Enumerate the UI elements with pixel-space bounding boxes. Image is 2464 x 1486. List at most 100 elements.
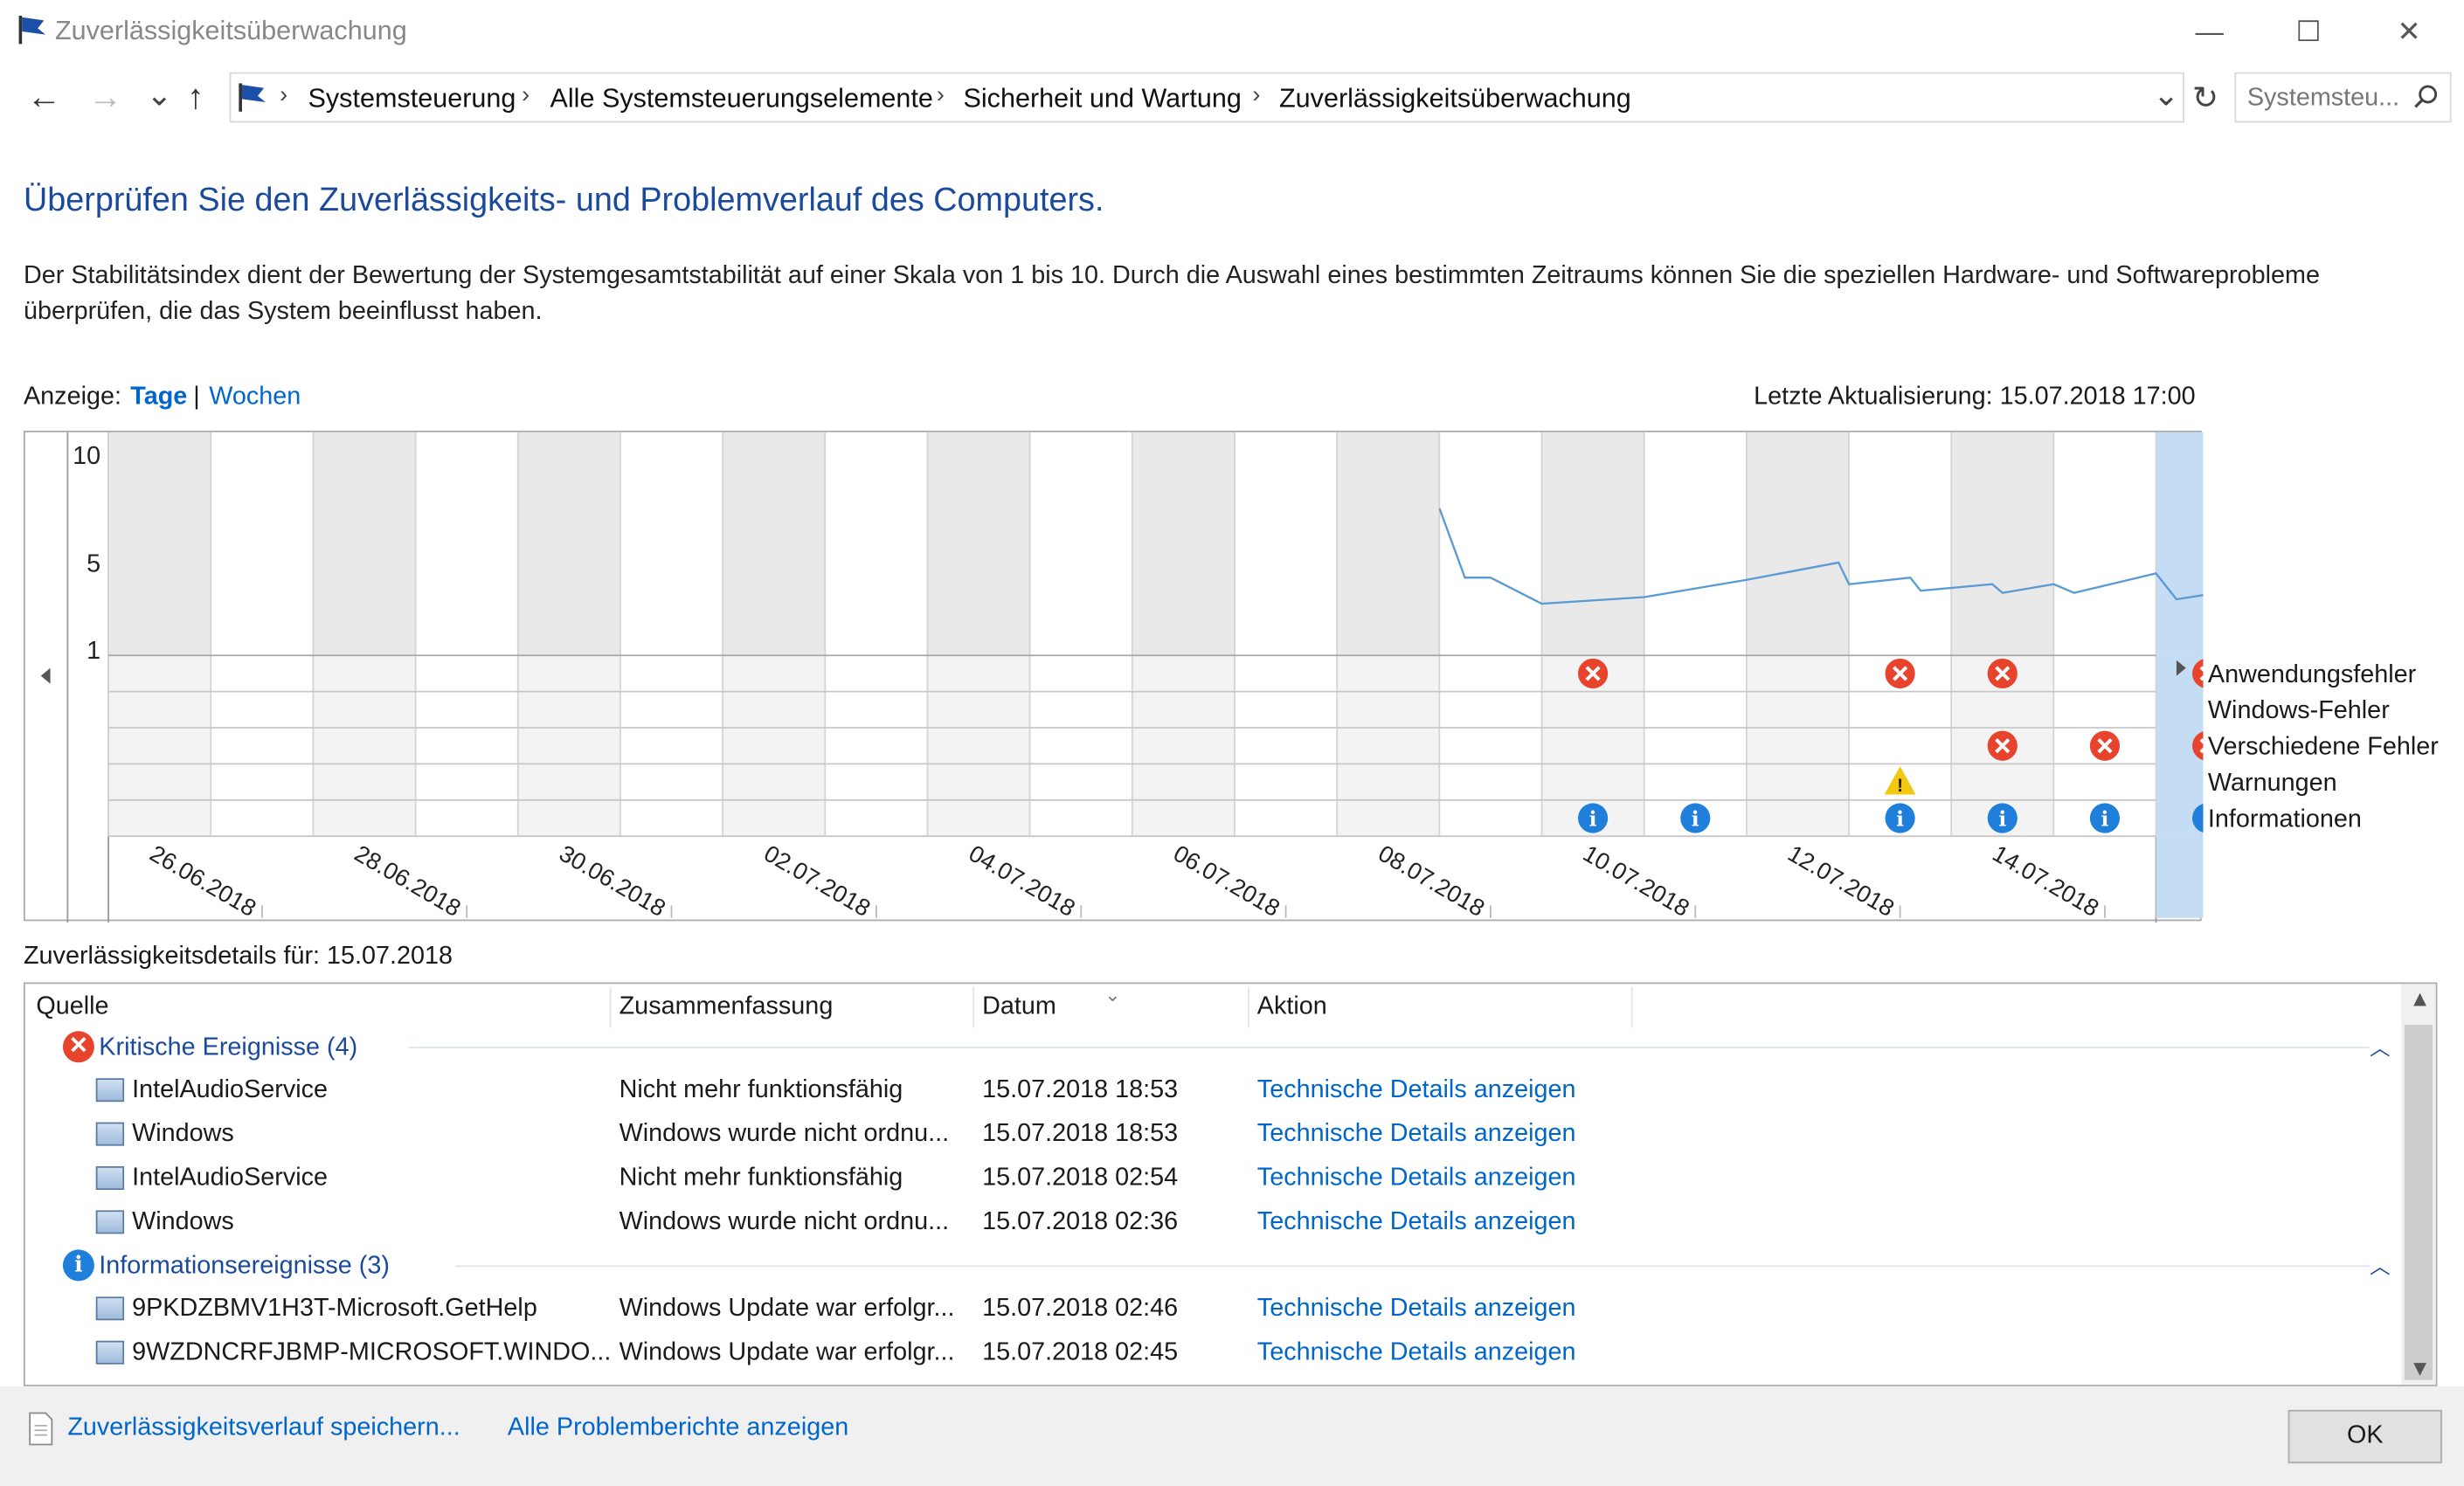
sort-descending-icon: ⌄ <box>1104 984 1121 1006</box>
day-column <box>1029 432 1132 656</box>
forward-button[interactable]: → <box>88 77 123 118</box>
technical-details-link[interactable]: Technische Details anzeigen <box>1257 1076 1576 1104</box>
x-date-label: 08.07.2018 <box>1374 840 1489 922</box>
column-divider <box>609 986 612 1028</box>
info-event-icon-mark: i <box>1692 806 1699 831</box>
group-divider <box>408 1047 2371 1049</box>
view-days-link[interactable]: Tage <box>130 384 187 411</box>
group-header-information[interactable]: Informationsereignisse (3) <box>99 1253 390 1281</box>
document-icon <box>29 1412 53 1446</box>
technical-details-link[interactable]: Technische Details anzeigen <box>1257 1165 1576 1192</box>
address-flag-icon <box>239 83 266 112</box>
column-header-summary[interactable]: Zusammenfassung <box>619 993 834 1021</box>
breadcrumb-item-sicherheit[interactable]: Sicherheit und Wartung <box>963 83 1241 114</box>
day-column-events <box>1337 655 1440 837</box>
y-tick-label: 10 <box>73 442 100 470</box>
day-column-events <box>1029 655 1132 837</box>
page-title: Überprüfen Sie den Zuverlässigkeits- und… <box>23 182 1104 219</box>
close-button[interactable]: ✕ <box>2373 10 2446 53</box>
row-date: 15.07.2018 18:53 <box>982 1076 1179 1104</box>
search-icon[interactable] <box>2413 85 2439 110</box>
view-weeks-link[interactable]: Wochen <box>209 384 301 411</box>
error-icon: ✕ <box>62 1031 94 1063</box>
x-date-label: 26.06.2018 <box>145 840 260 922</box>
day-column-events <box>619 655 723 837</box>
day-column <box>723 432 826 656</box>
stability-chart[interactable]: 1051!iiiiii26.06.201828.06.201830.06.201… <box>23 430 2204 923</box>
day-column <box>1132 432 1235 656</box>
search-input[interactable]: Systemsteu... <box>2247 85 2399 113</box>
day-column-events <box>415 655 518 837</box>
details-list[interactable] <box>23 982 2438 1386</box>
day-column <box>1849 432 1952 656</box>
scroll-up-icon[interactable]: ▲ <box>2409 985 2431 1011</box>
page-description: Der Stabilitätsindex dient der Bewertung… <box>23 262 2320 326</box>
day-column <box>2156 432 2204 656</box>
x-date-label: 12.07.2018 <box>1783 840 1899 922</box>
info-event-icon-mark: i <box>2101 806 2109 831</box>
technical-details-link[interactable]: Technische Details anzeigen <box>1257 1296 1576 1324</box>
row-source: IntelAudioService <box>132 1165 329 1192</box>
row-source: 9WZDNCRFJBMP-MICROSOFT.WINDO... <box>132 1338 612 1366</box>
row-date: 15.07.2018 02:46 <box>982 1295 1179 1323</box>
info-event-icon-mark: i <box>1896 806 1904 831</box>
legend-windows-errors: Windows-Fehler <box>2207 697 2390 725</box>
up-button[interactable]: ↑ <box>187 77 204 118</box>
day-column <box>108 432 211 656</box>
scrollbar-thumb[interactable] <box>2404 1025 2433 1380</box>
technical-details-link[interactable]: Technische Details anzeigen <box>1257 1121 1576 1149</box>
breadcrumb-item-zuverlaessigkeit[interactable]: Zuverlässigkeitsüberwachung <box>1279 83 1631 114</box>
technical-details-link[interactable]: Technische Details anzeigen <box>1257 1209 1576 1237</box>
legend-application-errors: Anwendungsfehler <box>2207 661 2417 689</box>
refresh-button[interactable]: ↻ <box>2192 79 2218 118</box>
scroll-left-icon[interactable] <box>40 667 51 684</box>
flag-icon <box>18 15 46 45</box>
day-column <box>1337 432 1440 656</box>
row-summary: Nicht mehr funktionsfähig <box>619 1165 903 1192</box>
row-summary: Windows wurde nicht ordnu... <box>619 1208 950 1236</box>
view-separator: | <box>193 384 200 411</box>
recent-locations-button[interactable]: ⌄ <box>146 75 172 114</box>
save-history-link[interactable]: Zuverlässigkeitsverlauf speichern... <box>67 1414 460 1442</box>
legend-misc-errors: Verschiedene Fehler <box>2207 734 2439 761</box>
x-date-label: 06.07.2018 <box>1169 840 1284 922</box>
x-date-label: 28.06.2018 <box>350 840 466 922</box>
minimize-button[interactable]: — <box>2173 10 2246 53</box>
maximize-button[interactable]: ☐ <box>2273 10 2345 53</box>
y-tick-label: 1 <box>87 637 100 665</box>
address-dropdown-button[interactable]: ⌄ <box>2153 75 2179 114</box>
day-column-events <box>211 655 314 837</box>
ok-button[interactable]: OK <box>2288 1409 2442 1464</box>
row-date: 15.07.2018 02:36 <box>982 1208 1179 1236</box>
x-date-label: 04.07.2018 <box>965 840 1080 922</box>
breadcrumb-separator-icon: › <box>522 81 530 109</box>
technical-details-link[interactable]: Technische Details anzeigen <box>1257 1339 1576 1367</box>
selected-day-date-area <box>2156 836 2204 918</box>
column-header-source[interactable]: Quelle <box>36 993 108 1021</box>
legend-warnings: Warnungen <box>2207 770 2337 798</box>
row-date: 15.07.2018 02:54 <box>982 1165 1179 1192</box>
row-date: 15.07.2018 02:45 <box>982 1338 1179 1366</box>
group-divider <box>455 1265 2371 1268</box>
app-icon <box>95 1166 125 1190</box>
column-header-action[interactable]: Aktion <box>1257 993 1327 1021</box>
row-summary: Windows wurde nicht ordnu... <box>619 1120 950 1148</box>
x-date-label: 02.07.2018 <box>759 840 875 922</box>
day-column <box>1439 432 1542 656</box>
app-icon <box>95 1210 125 1234</box>
breadcrumb-item-alle-elemente[interactable]: Alle Systemsteuerungselemente <box>550 83 932 114</box>
scroll-down-icon[interactable]: ▼ <box>2409 1355 2431 1380</box>
breadcrumb-item-systemsteuerung[interactable]: Systemsteuerung <box>308 83 516 114</box>
day-column-events <box>313 655 416 837</box>
column-header-date[interactable]: Datum <box>982 993 1056 1021</box>
back-button[interactable]: ← <box>27 77 62 118</box>
collapse-icon[interactable]: ︿ <box>2370 1249 2390 1279</box>
x-date-label: 30.06.2018 <box>555 840 670 922</box>
stability-chart-svg: 1051!iiiiii26.06.201828.06.201830.06.201… <box>40 432 2204 923</box>
group-header-critical[interactable]: Kritische Ereignisse (4) <box>99 1034 357 1062</box>
day-column-events <box>927 655 1030 837</box>
all-problem-reports-link[interactable]: Alle Problemberichte anzeigen <box>508 1414 848 1442</box>
column-divider <box>1630 986 1633 1028</box>
day-column-events <box>1132 655 1235 837</box>
collapse-icon[interactable]: ︿ <box>2370 1031 2390 1061</box>
